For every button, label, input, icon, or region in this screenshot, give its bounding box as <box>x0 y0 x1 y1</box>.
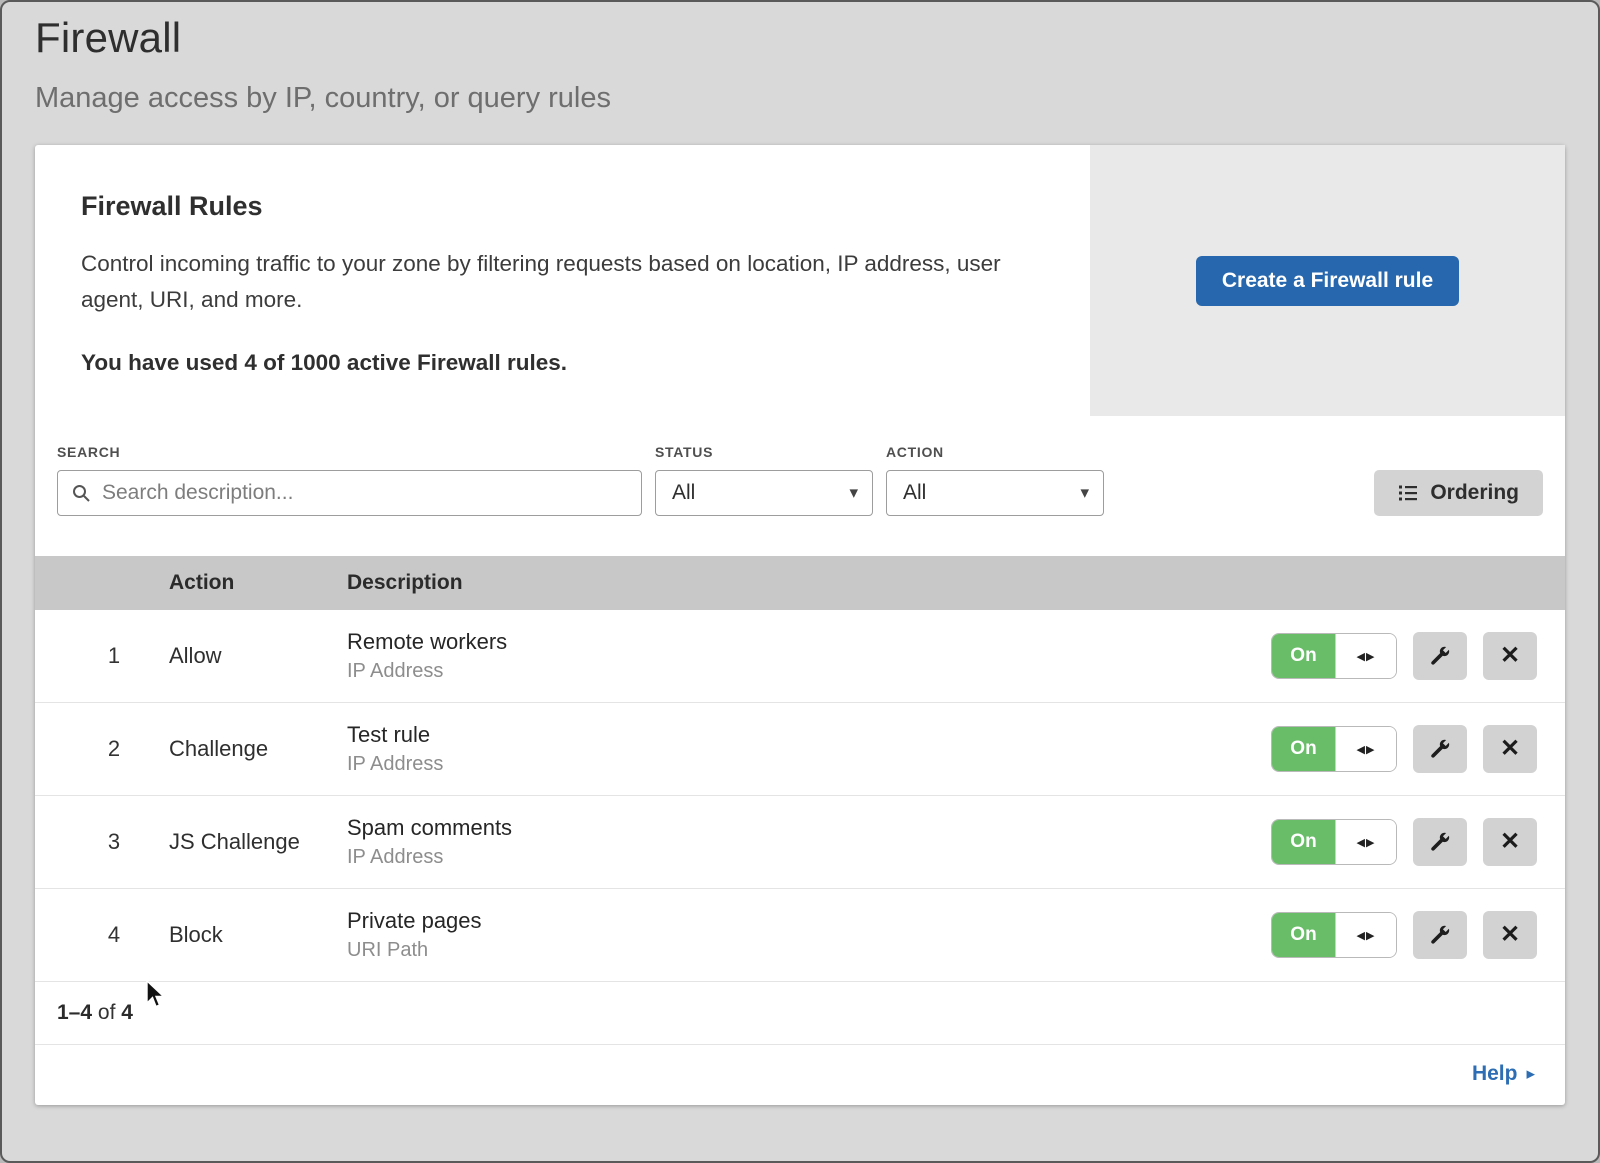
chevron-down-icon: ▾ <box>1080 483 1089 503</box>
edit-rule-button[interactable] <box>1413 725 1467 773</box>
table-row: 2 Challenge Test rule IP Address On ◀▶ ✕ <box>35 703 1565 796</box>
edit-rule-button[interactable] <box>1413 818 1467 866</box>
filters-bar: SEARCH STATUS All ▾ ACTION <box>35 416 1565 556</box>
rule-number: 1 <box>35 643 169 669</box>
intro-section: Firewall Rules Control incoming traffic … <box>35 145 1090 416</box>
rule-description: Private pages URI Path <box>347 908 1265 962</box>
close-icon: ✕ <box>1500 737 1520 761</box>
status-select[interactable]: All ▾ <box>655 470 873 516</box>
wrench-icon <box>1429 831 1451 853</box>
rule-enabled-toggle[interactable]: On ◀▶ <box>1271 912 1397 958</box>
rule-description: Test rule IP Address <box>347 722 1265 776</box>
rule-description: Remote workers IP Address <box>347 629 1265 683</box>
wrench-icon <box>1429 924 1451 946</box>
usage-summary: You have used 4 of 1000 active Firewall … <box>81 350 1044 376</box>
create-rule-panel: Create a Firewall rule <box>1090 145 1565 416</box>
toggle-on-label: On <box>1272 727 1335 771</box>
rule-type: IP Address <box>347 846 1265 869</box>
toggle-handle-icon: ◀▶ <box>1335 820 1396 864</box>
wrench-icon <box>1429 738 1451 760</box>
edit-rule-button[interactable] <box>1413 632 1467 680</box>
table-header: Action Description <box>35 556 1565 610</box>
rule-controls: On ◀▶ ✕ <box>1265 911 1565 959</box>
rule-action: Block <box>169 922 347 948</box>
help-label: Help <box>1472 1062 1518 1086</box>
rule-controls: On ◀▶ ✕ <box>1265 725 1565 773</box>
toggle-on-label: On <box>1272 913 1335 957</box>
toggle-on-label: On <box>1272 634 1335 678</box>
delete-rule-button[interactable]: ✕ <box>1483 818 1537 866</box>
page-header: Firewall Manage access by IP, country, o… <box>2 2 1598 115</box>
header-description-col: Description <box>347 571 1265 595</box>
table-row: 1 Allow Remote workers IP Address On ◀▶ … <box>35 610 1565 703</box>
rule-title: Spam comments <box>347 815 1265 841</box>
action-filter-group: ACTION All ▾ <box>886 444 1104 516</box>
header-action-col: Action <box>169 571 347 595</box>
action-select[interactable]: All ▾ <box>886 470 1104 516</box>
rule-action: Allow <box>169 643 347 669</box>
ordered-list-icon <box>1398 483 1418 503</box>
rule-description: Spam comments IP Address <box>347 815 1265 869</box>
rule-number: 4 <box>35 922 169 948</box>
edit-rule-button[interactable] <box>1413 911 1467 959</box>
rule-type: IP Address <box>347 753 1265 776</box>
action-label: ACTION <box>886 444 1104 460</box>
caret-right-icon: ▸ <box>1526 1064 1535 1084</box>
rule-number: 3 <box>35 829 169 855</box>
close-icon: ✕ <box>1500 830 1520 854</box>
rule-title: Private pages <box>347 908 1265 934</box>
firewall-page: Firewall Manage access by IP, country, o… <box>0 0 1600 1163</box>
wrench-icon <box>1429 645 1451 667</box>
table-row: 4 Block Private pages URI Path On ◀▶ ✕ <box>35 889 1565 982</box>
card-footer: Help ▸ <box>35 1045 1565 1105</box>
rule-enabled-toggle[interactable]: On ◀▶ <box>1271 819 1397 865</box>
delete-rule-button[interactable]: ✕ <box>1483 632 1537 680</box>
search-label: SEARCH <box>57 444 642 460</box>
table-row: 3 JS Challenge Spam comments IP Address … <box>35 796 1565 889</box>
status-label: STATUS <box>655 444 873 460</box>
toggle-handle-icon: ◀▶ <box>1335 913 1396 957</box>
pagination-of: of <box>98 1001 116 1024</box>
close-icon: ✕ <box>1500 644 1520 668</box>
rule-action: JS Challenge <box>169 829 347 855</box>
toggle-handle-icon: ◀▶ <box>1335 727 1396 771</box>
status-filter-group: STATUS All ▾ <box>655 444 873 516</box>
chevron-down-icon: ▾ <box>849 483 858 503</box>
search-icon <box>71 483 91 503</box>
delete-rule-button[interactable]: ✕ <box>1483 911 1537 959</box>
pagination-range: 1–4 <box>57 1001 92 1024</box>
card-top-section: Firewall Rules Control incoming traffic … <box>35 145 1565 416</box>
ordering-button[interactable]: Ordering <box>1374 470 1543 516</box>
rule-enabled-toggle[interactable]: On ◀▶ <box>1271 633 1397 679</box>
pagination: 1–4 of 4 <box>35 982 1565 1045</box>
ordering-label: Ordering <box>1430 481 1519 505</box>
close-icon: ✕ <box>1500 923 1520 947</box>
status-selected-value: All <box>672 481 695 505</box>
page-title: Firewall <box>35 14 1565 62</box>
delete-rule-button[interactable]: ✕ <box>1483 725 1537 773</box>
help-link[interactable]: Help ▸ <box>1472 1062 1535 1086</box>
rule-type: URI Path <box>347 939 1265 962</box>
rule-number: 2 <box>35 736 169 762</box>
search-field-wrap <box>57 470 642 516</box>
rule-title: Remote workers <box>347 629 1265 655</box>
firewall-rules-card: Firewall Rules Control incoming traffic … <box>35 145 1565 1105</box>
toggle-handle-icon: ◀▶ <box>1335 634 1396 678</box>
toggle-on-label: On <box>1272 820 1335 864</box>
section-description: Control incoming traffic to your zone by… <box>81 246 1031 318</box>
rule-title: Test rule <box>347 722 1265 748</box>
rule-controls: On ◀▶ ✕ <box>1265 818 1565 866</box>
rule-enabled-toggle[interactable]: On ◀▶ <box>1271 726 1397 772</box>
rule-type: IP Address <box>347 660 1265 683</box>
section-heading: Firewall Rules <box>81 191 1044 222</box>
page-subtitle: Manage access by IP, country, or query r… <box>35 82 1565 115</box>
search-input[interactable] <box>57 470 642 516</box>
create-firewall-rule-button[interactable]: Create a Firewall rule <box>1196 256 1459 306</box>
rule-action: Challenge <box>169 736 347 762</box>
action-selected-value: All <box>903 481 926 505</box>
search-group: SEARCH <box>57 444 642 516</box>
rule-controls: On ◀▶ ✕ <box>1265 632 1565 680</box>
pagination-total: 4 <box>121 1001 133 1024</box>
